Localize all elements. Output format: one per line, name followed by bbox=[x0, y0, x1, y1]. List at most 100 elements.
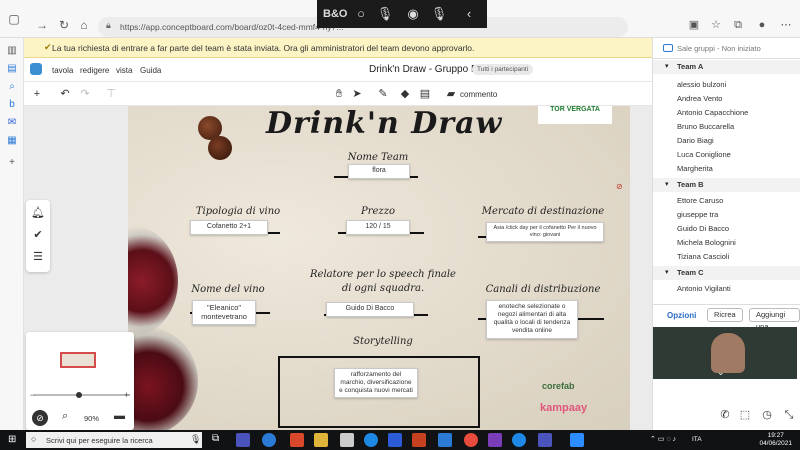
edge-icon[interactable] bbox=[262, 433, 276, 447]
member-item[interactable]: Ettore Caruso bbox=[677, 196, 723, 205]
member-item[interactable]: alessio bulzoni bbox=[677, 80, 726, 89]
word-icon[interactable] bbox=[438, 433, 452, 447]
magnifier-icon[interactable]: ⌕ bbox=[62, 410, 68, 423]
outlook-icon[interactable] bbox=[388, 433, 402, 447]
bing-icon[interactable]: b bbox=[5, 98, 19, 112]
mic-icon[interactable]: 🎙︎ bbox=[375, 4, 395, 24]
add-icon[interactable]: + bbox=[30, 87, 44, 101]
member-item[interactable]: Tiziana Cascioli bbox=[677, 252, 729, 261]
folder-icon[interactable] bbox=[314, 433, 328, 447]
bell-icon[interactable]: 🔔︎ bbox=[31, 206, 45, 220]
dot-icon[interactable]: ○ bbox=[351, 4, 371, 24]
forward-icon[interactable]: → bbox=[34, 17, 50, 33]
comment-icon[interactable]: ▰ bbox=[444, 87, 458, 101]
redo-icon[interactable]: ↷ bbox=[78, 87, 92, 101]
add-icon[interactable]: + bbox=[5, 156, 19, 170]
undo-icon[interactable]: ↶ bbox=[58, 87, 72, 101]
task-check-icon[interactable]: ✔ bbox=[31, 228, 45, 242]
refresh-icon[interactable]: ↻ bbox=[56, 17, 72, 33]
zoom-in-icon[interactable]: + bbox=[124, 390, 129, 400]
zoom-icon[interactable] bbox=[570, 433, 584, 447]
mic-icon[interactable]: 🎙︎ bbox=[190, 434, 201, 445]
share-icon[interactable]: ⬚ bbox=[738, 408, 752, 422]
collections-icon[interactable]: ⧉ bbox=[730, 17, 746, 33]
timer-icon[interactable]: ◷ bbox=[760, 408, 774, 422]
minimap-viewport[interactable] bbox=[60, 352, 96, 368]
team-c-header[interactable]: Team C bbox=[653, 266, 800, 280]
member-item[interactable]: Dario Biagi bbox=[677, 136, 714, 145]
chrome-icon[interactable] bbox=[464, 433, 478, 447]
member-item[interactable]: Antonio Capacchione bbox=[677, 108, 748, 117]
canali-note[interactable]: enoteche selezionate o negozi alimentari… bbox=[486, 300, 578, 339]
options-button[interactable]: Opzioni bbox=[667, 311, 696, 320]
ie-icon[interactable] bbox=[364, 433, 378, 447]
menu-tavola[interactable]: tavola bbox=[52, 66, 73, 75]
retry-button[interactable]: Ricrea bbox=[707, 308, 743, 322]
teams-alt-icon[interactable] bbox=[538, 433, 552, 447]
zoom-slider-thumb[interactable] bbox=[76, 392, 82, 398]
mic-active-icon[interactable]: 🎙︎ bbox=[429, 4, 449, 24]
present-icon[interactable]: ▬ bbox=[114, 410, 125, 422]
member-item[interactable]: Luca Coniglione bbox=[677, 150, 731, 159]
edge-dev-icon[interactable] bbox=[512, 433, 526, 447]
tray-icons[interactable]: ⌃ ▭ ◌ ♪ bbox=[650, 435, 676, 443]
menu-icon[interactable]: ⋯ bbox=[778, 17, 794, 33]
list-icon[interactable]: ☰ bbox=[31, 250, 45, 264]
video-thumbnail[interactable]: ⌄ bbox=[653, 327, 797, 379]
taskbar-clock[interactable]: 19:27 04/06/2021 bbox=[759, 432, 792, 448]
storytelling-note[interactable]: rafforzamento del marchio, diversificazi… bbox=[334, 368, 418, 399]
back-icon[interactable]: ‹ bbox=[459, 4, 479, 24]
member-item[interactable]: Michela Bolognini bbox=[677, 238, 736, 247]
onenote-icon[interactable] bbox=[488, 433, 502, 447]
task-view-icon[interactable]: ⧉ bbox=[212, 433, 226, 447]
search-icon[interactable]: ⌕ bbox=[5, 80, 19, 94]
member-item[interactable]: Guido Di Bacco bbox=[677, 224, 729, 233]
menu-guida[interactable]: Guida bbox=[140, 66, 161, 75]
favorites-icon[interactable]: ☆ bbox=[708, 17, 724, 33]
member-item[interactable]: Margherita bbox=[677, 164, 713, 173]
board-title[interactable]: Drink'n Draw - Gruppo B bbox=[369, 64, 478, 75]
add-room-button[interactable]: Aggiungi una bbox=[749, 308, 800, 331]
nome-vino-note[interactable]: "Eleanico" montevetrano bbox=[192, 300, 256, 325]
pen-icon[interactable]: ✎ bbox=[376, 87, 390, 101]
outlook-icon[interactable]: ✉ bbox=[5, 116, 19, 130]
member-item[interactable]: giuseppe tra bbox=[677, 210, 718, 219]
relatore-note[interactable]: Guido Di Bacco bbox=[326, 302, 414, 317]
menu-redigere[interactable]: redigere bbox=[80, 66, 109, 75]
chevron-down-icon[interactable]: ⌄ bbox=[717, 367, 725, 378]
member-item[interactable]: Antonio Vigilanti bbox=[677, 284, 731, 293]
format-icon[interactable]: ⊤ bbox=[104, 87, 118, 101]
zoom-slider-track[interactable] bbox=[34, 394, 130, 396]
office-icon[interactable]: ▦ bbox=[5, 134, 19, 148]
participants-chip[interactable]: Tutti i partecipanti bbox=[472, 64, 534, 75]
nome-team-note[interactable]: flora bbox=[348, 164, 410, 179]
compass-icon[interactable]: ⊘ bbox=[32, 410, 48, 426]
prezzo-note[interactable]: 120 / 15 bbox=[346, 220, 410, 235]
office-icon[interactable] bbox=[290, 433, 304, 447]
team-b-header[interactable]: Team B bbox=[653, 178, 800, 192]
teams-icon[interactable] bbox=[236, 433, 250, 447]
home-icon[interactable]: ⌂ bbox=[76, 17, 92, 33]
record-icon[interactable]: ◉ bbox=[403, 4, 423, 24]
profile-avatar[interactable]: ● bbox=[754, 17, 770, 33]
reader-icon[interactable]: ▣ bbox=[686, 17, 702, 33]
eraser-icon[interactable]: ◆ bbox=[398, 87, 412, 101]
member-item[interactable]: Andrea Vento bbox=[677, 94, 722, 103]
member-item[interactable]: Bruno Buccarella bbox=[677, 122, 734, 131]
zoom-out-icon[interactable]: − bbox=[30, 390, 35, 400]
windows-start-icon[interactable]: ⊞ bbox=[8, 434, 20, 446]
chat-icon[interactable]: ▤ bbox=[5, 62, 19, 76]
collapse-icon[interactable]: ⤡ bbox=[782, 408, 796, 422]
tipologia-note[interactable]: Cofanetto 2+1 bbox=[190, 220, 268, 235]
powerpoint-icon[interactable] bbox=[412, 433, 426, 447]
board-frame[interactable]: TOR VERGATA Drink'n Draw Nome Team flora… bbox=[128, 106, 630, 430]
tab-icon[interactable]: ▢ bbox=[6, 11, 22, 27]
taskbar-search[interactable]: ○ Scrivi qui per eseguire la ricerca 🎙︎ bbox=[26, 432, 202, 448]
tabs-icon[interactable]: ▥ bbox=[5, 44, 19, 58]
menu-vista[interactable]: vista bbox=[116, 66, 132, 75]
sticky-note-icon[interactable]: ▤ bbox=[418, 87, 432, 101]
phone-icon[interactable]: ✆ bbox=[718, 408, 732, 422]
language-indicator[interactable]: ITA bbox=[692, 436, 702, 443]
store-icon[interactable] bbox=[340, 433, 354, 447]
pointer-icon[interactable]: ➤ bbox=[350, 87, 364, 101]
